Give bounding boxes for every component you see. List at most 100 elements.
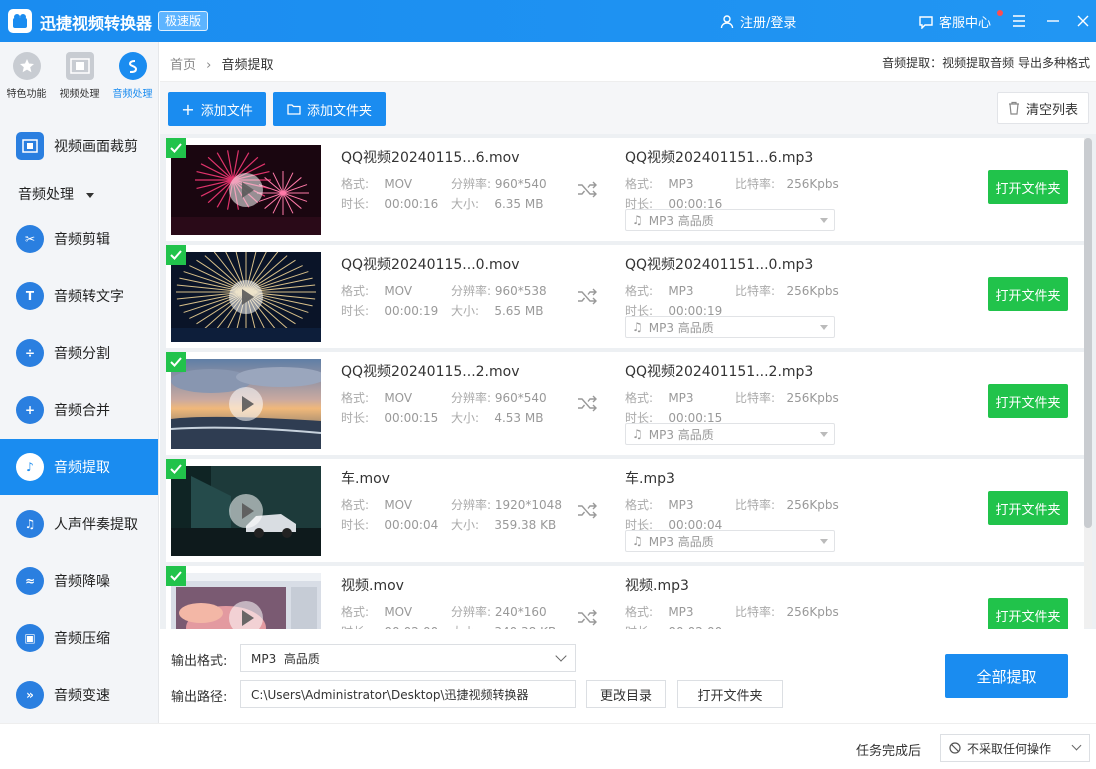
clear-list-label: 清空列表 bbox=[1025, 102, 1078, 118]
tab-video[interactable]: 视频处理 bbox=[53, 42, 106, 104]
play-icon[interactable] bbox=[229, 601, 263, 629]
source-format: 格式: MOV bbox=[341, 496, 412, 513]
size-label: 大小: bbox=[451, 197, 480, 211]
format-label: 格式: bbox=[341, 284, 370, 298]
caret-down-icon bbox=[820, 432, 828, 437]
play-icon[interactable] bbox=[229, 173, 263, 207]
sidebar-item-vocal-extract[interactable]: ♫ 人声伴奏提取 bbox=[0, 496, 158, 552]
video-thumbnail[interactable] bbox=[171, 466, 321, 556]
tab-features[interactable]: 特色功能 bbox=[0, 42, 53, 104]
sidebar-item-video-crop[interactable]: 视频画面裁剪 bbox=[0, 118, 158, 174]
open-folder-button[interactable]: 打开文件夹 bbox=[988, 491, 1068, 525]
video-thumbnail[interactable] bbox=[171, 252, 321, 342]
row-format-select[interactable]: ♫ MP3 高品质 bbox=[625, 423, 835, 445]
source-resolution: 分辨率: 960*540 bbox=[451, 175, 547, 192]
sidebar-item-audio-speed[interactable]: » 音频变速 bbox=[0, 667, 158, 723]
bitrate-value: 256Kpbs bbox=[786, 391, 839, 405]
row-format-select[interactable]: ♫ MP3 高品质 bbox=[625, 316, 835, 338]
minimize-icon[interactable] bbox=[1040, 8, 1066, 34]
checkmark-icon[interactable] bbox=[166, 566, 186, 586]
duration-label: 时长: bbox=[341, 197, 370, 211]
resolution-label: 分辨率: bbox=[451, 284, 492, 298]
status-bar: 任务完成后 不采取任何操作 bbox=[0, 723, 1096, 769]
resolution-label: 分辨率: bbox=[451, 177, 492, 191]
resolution-label: 分辨率: bbox=[451, 391, 492, 405]
output-bitrate: 比特率: 256Kpbs bbox=[735, 603, 839, 620]
bitrate-label: 比特率: bbox=[735, 391, 776, 405]
music-note-icon: ♫ bbox=[632, 427, 643, 441]
scrollbar-thumb[interactable] bbox=[1084, 138, 1092, 528]
open-folder-button[interactable]: 打开文件夹 bbox=[988, 170, 1068, 204]
source-resolution: 分辨率: 1920*1048 bbox=[451, 496, 562, 513]
output-path-label: 输出路径: bbox=[171, 690, 228, 705]
file-row[interactable]: 车.mov 格式: MOV 分辨率: 1920*1048 时长: 00:00:0… bbox=[166, 459, 1084, 562]
bitrate-value: 256Kpbs bbox=[786, 498, 839, 512]
format-value: MOV bbox=[384, 391, 413, 405]
menu-icon[interactable] bbox=[1006, 8, 1032, 34]
group-label: 音频处理 bbox=[18, 187, 74, 203]
play-icon[interactable] bbox=[229, 387, 263, 421]
checkmark-icon[interactable] bbox=[166, 352, 186, 372]
checkmark-icon[interactable] bbox=[166, 138, 186, 158]
format-label: 格式: bbox=[625, 177, 654, 191]
scissors-icon: ✂ bbox=[16, 225, 44, 253]
tab-audio[interactable]: 音频处理 bbox=[106, 42, 159, 104]
output-file-name: QQ视频202401151...2.mp3 bbox=[625, 364, 814, 380]
caret-down-icon bbox=[820, 218, 828, 223]
format-label: 格式: bbox=[341, 391, 370, 405]
video-thumbnail[interactable] bbox=[171, 145, 321, 235]
sidebar-item-audio-cut[interactable]: ✂ 音频剪辑 bbox=[0, 211, 158, 267]
audio-group-header[interactable]: 音频处理 bbox=[18, 184, 95, 204]
customer-service-link[interactable]: 客服中心 bbox=[918, 12, 991, 31]
login-link[interactable]: 注册/登录 bbox=[720, 12, 796, 31]
video-thumbnail[interactable] bbox=[171, 573, 321, 629]
video-thumbnail[interactable] bbox=[171, 359, 321, 449]
open-folder-button[interactable]: 打开文件夹 bbox=[988, 384, 1068, 418]
shuffle-icon bbox=[578, 609, 597, 626]
output-path-field[interactable]: C:\Users\Administrator\Desktop\迅捷视频转换器 bbox=[240, 680, 576, 708]
after-task-value: 不采取任何操作 bbox=[967, 741, 1052, 756]
after-task-select[interactable]: 不采取任何操作 bbox=[940, 734, 1090, 762]
compress-icon: ▣ bbox=[16, 624, 44, 652]
open-folder-button[interactable]: 打开文件夹 bbox=[988, 598, 1068, 629]
sidebar-item-audio-split[interactable]: ÷ 音频分割 bbox=[0, 325, 158, 381]
bitrate-label: 比特率: bbox=[735, 284, 776, 298]
add-file-button[interactable]: + 添加文件 bbox=[168, 92, 266, 126]
row-format-select[interactable]: ♫ MP3 高品质 bbox=[625, 209, 835, 231]
breadcrumb-home[interactable]: 首页 bbox=[170, 58, 196, 73]
output-bitrate: 比特率: 256Kpbs bbox=[735, 496, 839, 513]
checkmark-icon[interactable] bbox=[166, 245, 186, 265]
source-size: 大小: 4.53 MB bbox=[451, 409, 543, 426]
close-icon[interactable] bbox=[1070, 8, 1096, 34]
source-resolution: 分辨率: 960*540 bbox=[451, 389, 547, 406]
row-format-select[interactable]: ♫ MP3 高品质 bbox=[625, 530, 835, 552]
change-directory-button[interactable]: 更改目录 bbox=[586, 680, 666, 708]
bitrate-value: 256Kpbs bbox=[786, 177, 839, 191]
output-format-select[interactable]: MP3 高品质 bbox=[240, 644, 576, 672]
play-icon[interactable] bbox=[229, 280, 263, 314]
list-scrollbar[interactable] bbox=[1084, 138, 1092, 628]
add-file-label: 添加文件 bbox=[200, 103, 253, 119]
sidebar-item-audio-extract[interactable]: ♪ 音频提取 bbox=[0, 439, 158, 495]
sidebar-item-audio-merge[interactable]: + 音频合并 bbox=[0, 382, 158, 438]
play-icon[interactable] bbox=[229, 494, 263, 528]
file-row[interactable]: QQ视频20240115...0.mov 格式: MOV 分辨率: 960*53… bbox=[166, 245, 1084, 348]
extract-all-button[interactable]: 全部提取 bbox=[945, 654, 1068, 698]
file-row[interactable]: QQ视频20240115...6.mov 格式: MOV 分辨率: 960*54… bbox=[166, 138, 1084, 241]
clear-list-button[interactable]: 清空列表 bbox=[997, 92, 1089, 124]
sidebar-item-audio-to-text[interactable]: T 音频转文字 bbox=[0, 268, 158, 324]
output-file-name: 视频.mp3 bbox=[625, 578, 689, 594]
open-folder-button[interactable]: 打开文件夹 bbox=[988, 277, 1068, 311]
bitrate-label: 比特率: bbox=[735, 177, 776, 191]
open-folder-button[interactable]: 打开文件夹 bbox=[677, 680, 783, 708]
sidebar-item-audio-denoise[interactable]: ≈ 音频降噪 bbox=[0, 553, 158, 609]
checkmark-icon[interactable] bbox=[166, 459, 186, 479]
sidebar-item-audio-compress[interactable]: ▣ 音频压缩 bbox=[0, 610, 158, 666]
duration-value: 00:00:04 bbox=[384, 518, 439, 532]
row-format-value: MP3 高品质 bbox=[648, 320, 714, 335]
add-folder-button[interactable]: 添加文件夹 bbox=[273, 92, 386, 126]
file-row[interactable]: 视频.mov 格式: MOV 分辨率: 240*160 时长: 00:02:00… bbox=[166, 566, 1084, 629]
output-format-label: 输出格式: bbox=[171, 654, 228, 669]
duration-value: 00:00:15 bbox=[384, 411, 439, 425]
file-row[interactable]: QQ视频20240115...2.mov 格式: MOV 分辨率: 960*54… bbox=[166, 352, 1084, 455]
